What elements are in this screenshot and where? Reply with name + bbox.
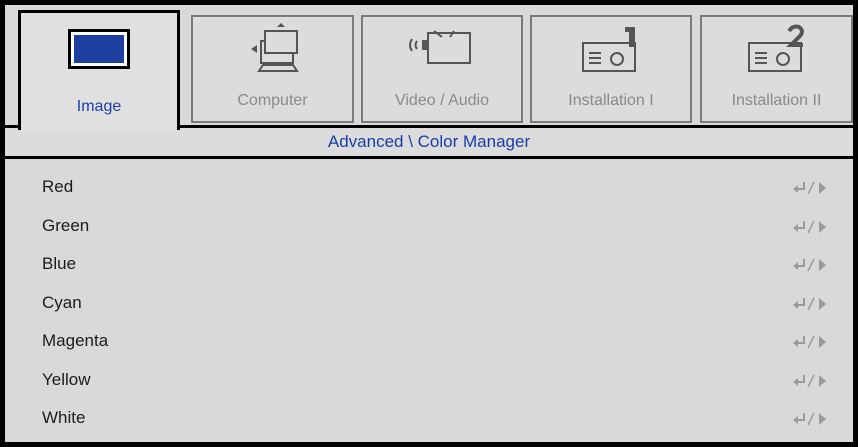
- enter-arrow-icon: [793, 180, 827, 201]
- tab-label: Installation I: [568, 92, 654, 109]
- enter-arrow-icon: [793, 257, 827, 278]
- menu-item-label: Blue: [42, 254, 77, 273]
- tab-installation-1[interactable]: Installation I: [530, 15, 692, 123]
- tab-computer[interactable]: Computer: [191, 15, 354, 123]
- tab-installation-2[interactable]: Installation II: [700, 15, 853, 123]
- tab-label: Video / Audio: [394, 92, 489, 109]
- menu-item-label: Yellow: [42, 369, 91, 389]
- video-audio-icon: [402, 23, 482, 87]
- enter-arrow-icon: [793, 334, 827, 355]
- breadcrumb: Advanced \ Color Manager: [5, 125, 853, 159]
- tab-image[interactable]: Image: [18, 10, 180, 130]
- tab-video-audio[interactable]: Video / Audio: [361, 15, 523, 123]
- menu-item-cyan[interactable]: Cyan: [5, 286, 853, 325]
- menu-item-label: Magenta: [42, 331, 109, 350]
- menu-item-white[interactable]: White: [5, 401, 853, 440]
- tab-label: Computer: [237, 92, 308, 109]
- menu-list: Red Green Blue Cyan Magenta Yellow White: [5, 170, 853, 440]
- tab-label: Image: [76, 98, 122, 115]
- menu-item-label: White: [42, 408, 86, 427]
- enter-arrow-icon: [793, 219, 827, 240]
- menu-item-red[interactable]: Red: [5, 170, 853, 209]
- laptop-icon: [235, 23, 311, 87]
- menu-item-yellow[interactable]: Yellow: [5, 363, 853, 402]
- projector-1-icon: [571, 23, 651, 87]
- menu-item-green[interactable]: Green: [5, 209, 853, 248]
- menu-item-label: Red: [42, 177, 74, 196]
- projector-2-icon: [737, 23, 817, 87]
- enter-arrow-icon: [793, 373, 827, 394]
- menu-item-blue[interactable]: Blue: [5, 247, 853, 286]
- monitor-icon: [66, 27, 132, 75]
- menu-item-magenta[interactable]: Magenta: [5, 324, 853, 363]
- menu-item-label: Cyan: [42, 292, 82, 312]
- osd-menu: Image Computer Video / Audio Installatio…: [0, 0, 858, 447]
- enter-arrow-icon: [793, 411, 827, 432]
- tab-label: Installation II: [731, 92, 822, 109]
- menu-item-label: Green: [42, 215, 90, 235]
- enter-arrow-icon: [793, 296, 827, 317]
- tab-bar: Image Computer Video / Audio Installatio…: [5, 5, 853, 130]
